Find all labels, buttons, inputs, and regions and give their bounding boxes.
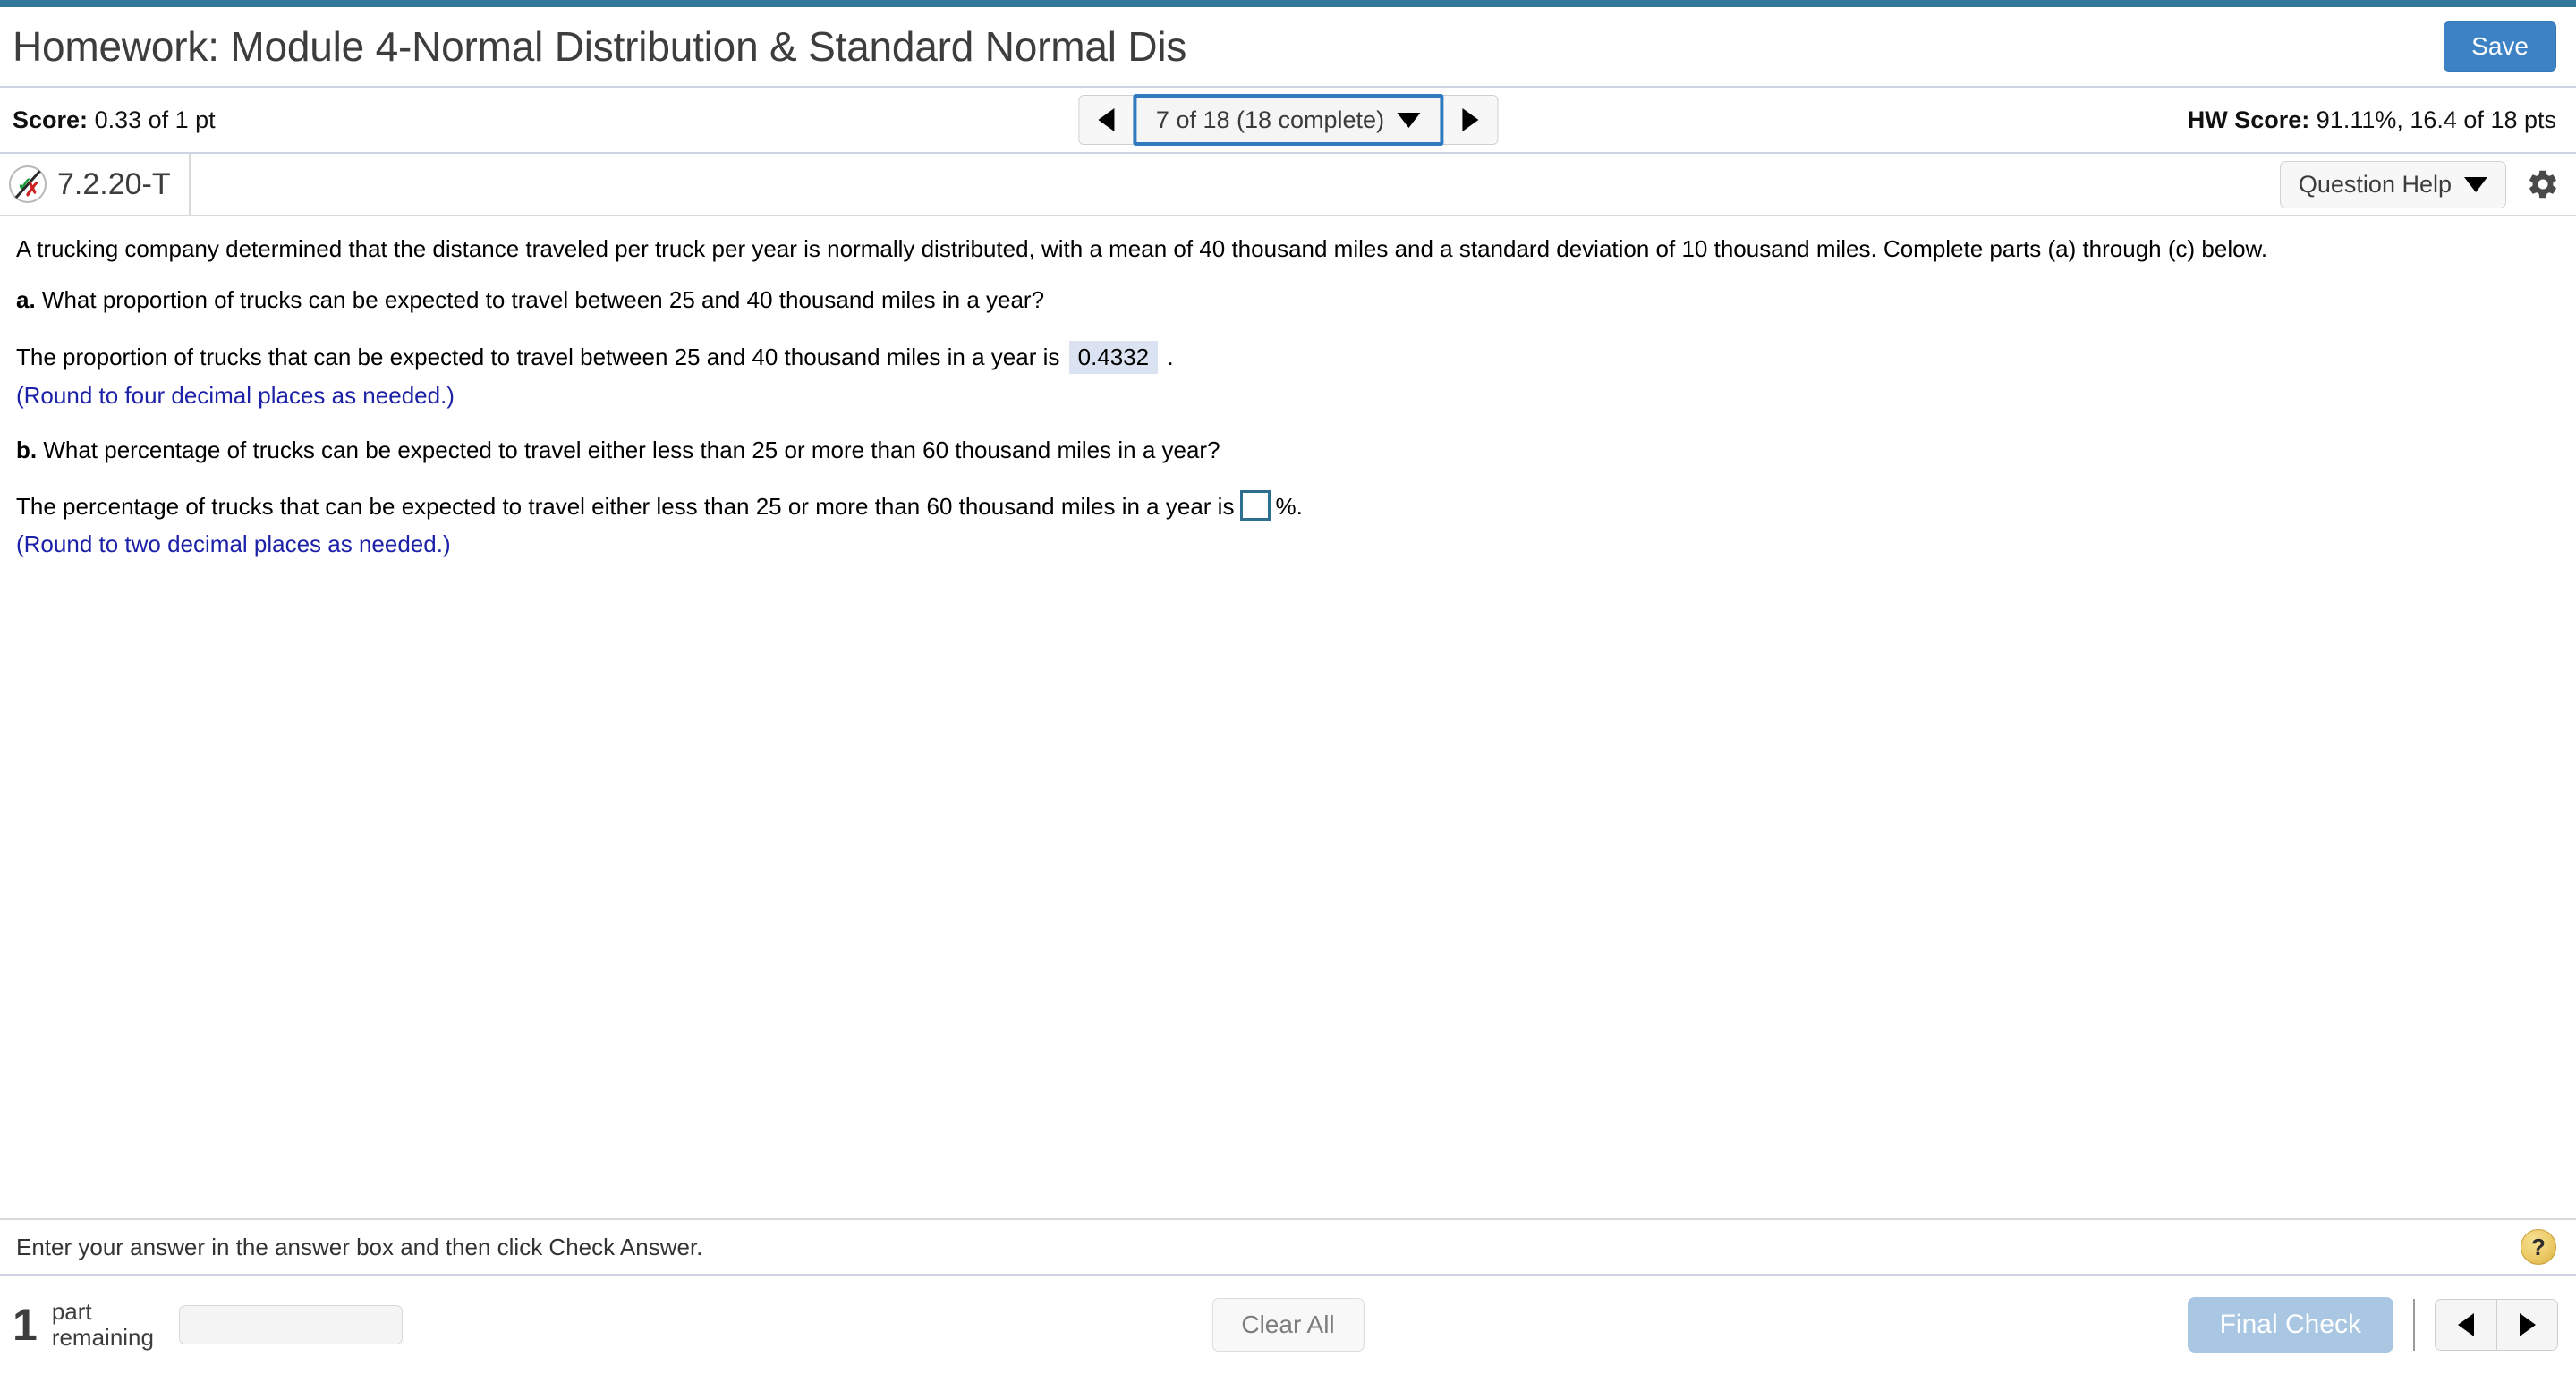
footer-next-button[interactable] bbox=[2496, 1300, 2557, 1350]
partially-correct-icon: ✓ ✗ bbox=[9, 165, 47, 203]
question-mark-icon[interactable]: ? bbox=[2521, 1229, 2556, 1265]
parts-word-line2: remaining bbox=[51, 1324, 154, 1351]
hw-score-label: HW Score: bbox=[2187, 106, 2310, 133]
part-b-prompt-text: What percentage of trucks can be expecte… bbox=[43, 437, 1220, 464]
part-a-prompt: a. What proportion of trucks can be expe… bbox=[16, 285, 2560, 315]
part-a-rounding-note: (Round to four decimal places as needed.… bbox=[16, 381, 455, 409]
parts-remaining-label: part remaining bbox=[51, 1297, 154, 1351]
question-selector-dropdown[interactable]: 7 of 18 (18 complete) bbox=[1132, 94, 1444, 146]
parts-word-line1: part bbox=[51, 1297, 92, 1325]
parts-remaining-count: 1 bbox=[13, 1300, 38, 1350]
part-b-label: b. bbox=[16, 437, 38, 464]
footer-bar: 1 part remaining Clear All Final Check bbox=[0, 1276, 2576, 1374]
instruction-text: Enter your answer in the answer box and … bbox=[16, 1233, 703, 1260]
parts-remaining-group: 1 part remaining bbox=[13, 1297, 403, 1351]
homework-question-page: Homework: Module 4-Normal Distribution &… bbox=[0, 0, 2576, 1374]
part-a-answer-input[interactable]: 0.4332 bbox=[1068, 340, 1159, 374]
part-b-answer-prefix: The percentage of trucks that can be exp… bbox=[16, 493, 1235, 521]
next-question-button[interactable] bbox=[1443, 96, 1498, 144]
question-bar-actions: Question Help bbox=[2279, 160, 2560, 208]
question-stem: A trucking company determined that the d… bbox=[16, 235, 2268, 262]
part-a-answer-suffix: . bbox=[1167, 343, 1174, 370]
hw-score-display: HW Score: 91.11%, 16.4 of 18 pts bbox=[2188, 106, 2556, 134]
footer-divider bbox=[2413, 1299, 2415, 1351]
question-id-group: ✓ ✗ 7.2.20-T bbox=[9, 154, 191, 215]
hw-score-value: 91.11%, 16.4 of 18 pts bbox=[2316, 106, 2556, 133]
footer-actions: Final Check bbox=[2187, 1297, 2558, 1353]
part-b-answer-input[interactable] bbox=[1240, 490, 1271, 522]
cross-mark-icon: ✗ bbox=[24, 180, 40, 200]
score-value: 0.33 of 1 pt bbox=[94, 106, 216, 133]
part-b-rounding-note: (Round to two decimal places as needed.) bbox=[16, 530, 451, 557]
part-b-prompt: b. What percentage of trucks can be expe… bbox=[16, 436, 2560, 465]
instruction-bar: Enter your answer in the answer box and … bbox=[0, 1218, 2576, 1276]
score-label: Score: bbox=[13, 106, 89, 133]
chevron-down-icon bbox=[2464, 176, 2487, 192]
score-bar: Score: 0.33 of 1 pt 7 of 18 (18 complete… bbox=[0, 88, 2576, 154]
triangle-left-icon bbox=[2458, 1313, 2474, 1336]
question-navigator: 7 of 18 (18 complete) bbox=[1077, 94, 1499, 146]
triangle-right-icon bbox=[2519, 1313, 2536, 1336]
part-a-prompt-text: What proportion of trucks can be expecte… bbox=[41, 286, 1045, 314]
triangle-left-icon bbox=[1097, 108, 1114, 131]
part-b-answer-line: The percentage of trucks that can be exp… bbox=[16, 490, 2560, 522]
question-help-label: Question Help bbox=[2298, 170, 2452, 198]
clear-all-button[interactable]: Clear All bbox=[1211, 1298, 1365, 1352]
previous-question-button[interactable] bbox=[1078, 96, 1133, 144]
score-display: Score: 0.33 of 1 pt bbox=[13, 106, 216, 134]
final-check-button[interactable]: Final Check bbox=[2187, 1297, 2393, 1353]
chevron-down-icon bbox=[1397, 112, 1421, 128]
progress-bar bbox=[178, 1305, 403, 1344]
part-a-label: a. bbox=[16, 286, 36, 314]
page-title: Homework: Module 4-Normal Distribution &… bbox=[13, 24, 1187, 69]
footer-previous-button[interactable] bbox=[2436, 1300, 2496, 1350]
top-accent-bar bbox=[0, 0, 2576, 7]
part-a-answer-line: The proportion of trucks that can be exp… bbox=[16, 340, 2560, 374]
triangle-right-icon bbox=[1462, 108, 1479, 131]
footer-navigation bbox=[2435, 1299, 2558, 1351]
save-button[interactable]: Save bbox=[2444, 21, 2556, 72]
question-selector-label: 7 of 18 (18 complete) bbox=[1155, 106, 1385, 133]
part-b-answer-suffix: %. bbox=[1275, 493, 1303, 521]
question-id-bar: ✓ ✗ 7.2.20-T Question Help bbox=[0, 154, 2576, 216]
question-content: A trucking company determined that the d… bbox=[0, 216, 2576, 1218]
part-a-answer-prefix: The proportion of trucks that can be exp… bbox=[16, 343, 1060, 370]
question-id-label: 7.2.20-T bbox=[57, 166, 171, 201]
question-help-button[interactable]: Question Help bbox=[2279, 160, 2506, 208]
title-bar: Homework: Module 4-Normal Distribution &… bbox=[0, 7, 2576, 88]
gear-icon[interactable] bbox=[2526, 167, 2560, 201]
